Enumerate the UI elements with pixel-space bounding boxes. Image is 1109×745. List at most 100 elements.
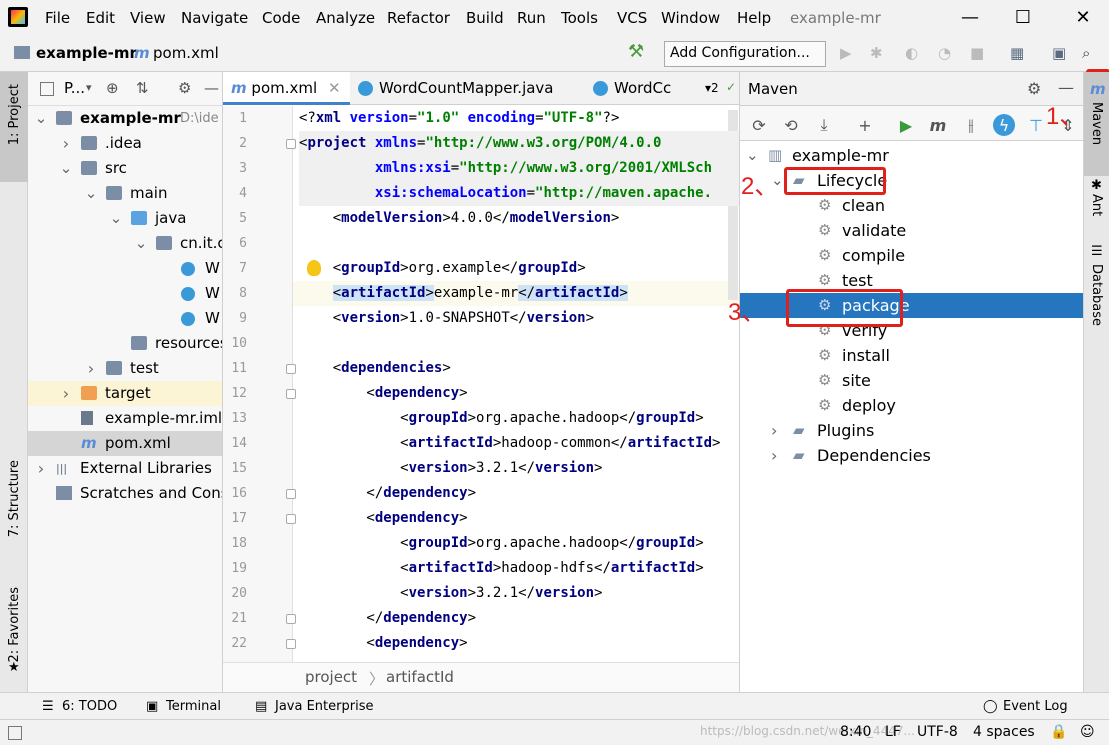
maven-tree-item-install[interactable]: ⚙ install: [740, 343, 1084, 368]
tree-item[interactable]: › ||| External Libraries: [28, 456, 222, 481]
menu-run[interactable]: Run: [517, 9, 546, 27]
chevron-down-icon[interactable]: ⌄: [109, 206, 123, 231]
code-line[interactable]: <dependency>: [299, 506, 467, 531]
show-dependencies-icon[interactable]: ⊤: [1025, 114, 1047, 136]
chevron-right-icon[interactable]: ›: [59, 381, 73, 406]
project-structure-icon[interactable]: ▦: [1010, 44, 1024, 62]
maven-tree-item-dependencies[interactable]: › ▰ Dependencies: [740, 443, 1084, 468]
tree-item[interactable]: resources: [28, 331, 222, 356]
tree-item[interactable]: › target: [28, 381, 222, 406]
tree-item[interactable]: m pom.xml: [28, 431, 222, 456]
tree-item[interactable]: › test: [28, 356, 222, 381]
search-icon[interactable]: ⌕: [1082, 44, 1090, 62]
java-enterprise-tab[interactable]: Java Enterprise: [275, 699, 373, 714]
collapse-all-icon[interactable]: ⇅: [136, 79, 149, 97]
code-line[interactable]: <project xmlns="http://www.w3.org/POM/4.…: [299, 131, 739, 156]
maven-tree-item-example-mr[interactable]: ⌄ ▥ example-mr: [740, 143, 1084, 168]
hide-icon[interactable]: —: [1058, 78, 1074, 97]
maven-tree-item-site[interactable]: ⚙ site: [740, 368, 1084, 393]
menu-navigate[interactable]: Navigate: [181, 9, 248, 27]
code-line[interactable]: <groupId>org.apache.hadoop</groupId>: [299, 531, 703, 556]
stop-icon[interactable]: ■: [970, 44, 984, 62]
maven-tree-item-deploy[interactable]: ⚙ deploy: [740, 393, 1084, 418]
menu-view[interactable]: View: [130, 9, 166, 27]
chevron-right-icon[interactable]: ›: [771, 443, 777, 468]
reload-icon[interactable]: ⟳: [748, 114, 770, 136]
maven-tree-item-compile[interactable]: ⚙ compile: [740, 243, 1084, 268]
code-line[interactable]: <dependency>: [299, 631, 467, 656]
chevron-down-icon[interactable]: ⌄: [59, 156, 73, 181]
tab-overflow-button[interactable]: ▾2: [705, 81, 719, 95]
code-line[interactable]: <artifactId>hadoop-hdfs</artifactId>: [299, 556, 703, 581]
generate-sources-icon[interactable]: ⟲: [780, 114, 802, 136]
tree-item[interactable]: W: [28, 281, 222, 306]
minimize-icon[interactable]: —: [957, 4, 983, 30]
run-icon[interactable]: ▶: [895, 114, 917, 136]
menu-vcs[interactable]: VCS: [617, 9, 647, 27]
line-separator[interactable]: LF: [885, 724, 901, 740]
code-line[interactable]: </dependency>: [299, 606, 476, 631]
fold-marker-icon[interactable]: [286, 489, 296, 499]
gear-icon[interactable]: ⚙: [178, 79, 191, 97]
indent-setting[interactable]: 4 spaces: [973, 724, 1035, 740]
fold-marker-icon[interactable]: [286, 614, 296, 624]
inspector-icon[interactable]: ☺: [1080, 724, 1095, 740]
debug-icon[interactable]: ✱: [870, 44, 883, 62]
code-line[interactable]: <dependency>: [299, 381, 467, 406]
menu-tools[interactable]: Tools: [561, 9, 598, 27]
menu-code[interactable]: Code: [262, 9, 300, 27]
caret-position[interactable]: 8:40: [840, 724, 871, 740]
ant-tab[interactable]: Ant: [1089, 194, 1104, 216]
menu-file[interactable]: File: [45, 9, 70, 27]
code-line[interactable]: <artifactId>hadoop-common</artifactId>: [299, 431, 720, 456]
add-configuration-button[interactable]: Add Configuration...: [664, 41, 826, 67]
chevron-down-icon[interactable]: ⌄: [34, 106, 48, 131]
execute-goal-icon[interactable]: m: [927, 114, 949, 136]
fold-marker-icon[interactable]: [286, 639, 296, 649]
close-icon[interactable]: ✕: [1070, 4, 1096, 30]
fold-marker-icon[interactable]: [286, 139, 296, 149]
menu-window[interactable]: Window: [661, 9, 720, 27]
chevron-down-icon[interactable]: ⌄: [746, 143, 759, 168]
code-line[interactable]: <modelVersion>4.0.0</modelVersion>: [299, 206, 620, 231]
lock-icon[interactable]: 🔒: [1050, 724, 1067, 740]
breadcrumb-project[interactable]: example-mr: [36, 44, 137, 62]
download-icon[interactable]: ⤓: [813, 114, 835, 136]
menu-analyze[interactable]: Analyze: [316, 9, 375, 27]
code-line[interactable]: <version>3.2.1</version>: [299, 456, 602, 481]
tree-item[interactable]: W: [28, 256, 222, 281]
tree-item[interactable]: ⌄ src: [28, 156, 222, 181]
locate-icon[interactable]: ⊕: [106, 79, 119, 97]
chevron-right-icon[interactable]: ›: [771, 418, 777, 443]
favorites-tab[interactable]: 2: Favorites: [7, 587, 22, 663]
fold-marker-icon[interactable]: [286, 514, 296, 524]
tab-wordcount[interactable]: WordCc: [585, 72, 705, 105]
tree-item[interactable]: ⌄ java: [28, 206, 222, 231]
code-line[interactable]: <artifactId>example-mr</artifactId>: [299, 281, 628, 306]
code-line[interactable]: <dependencies>: [299, 356, 451, 381]
menu-refactor[interactable]: Refactor: [387, 9, 450, 27]
profile-icon[interactable]: ◔: [938, 44, 951, 62]
tree-item[interactable]: ⌄ example-mr D:\ide: [28, 106, 222, 131]
menu-build[interactable]: Build: [466, 9, 504, 27]
maven-tool-tab[interactable]: m Maven: [1084, 72, 1109, 176]
chevron-down-icon[interactable]: ⌄: [134, 231, 148, 256]
breadcrumb-project-tag[interactable]: project: [305, 668, 357, 686]
tree-item[interactable]: ⌄ main: [28, 181, 222, 206]
breadcrumb-file[interactable]: pom.xml: [153, 44, 219, 62]
maven-tree-item-plugins[interactable]: › ▰ Plugins: [740, 418, 1084, 443]
code-line[interactable]: xmlns:xsi="http://www.w3.org/2001/XMLSch: [299, 156, 739, 181]
toggle-offline-icon[interactable]: ⫲: [960, 114, 982, 136]
code-line[interactable]: <groupId>org.example</groupId>: [299, 256, 586, 281]
hide-icon[interactable]: —: [204, 79, 219, 97]
chevron-down-icon[interactable]: ▾: [86, 81, 92, 94]
tab-pom-xml[interactable]: m pom.xml ✕: [223, 72, 350, 105]
chevron-down-icon[interactable]: ⌄: [84, 181, 98, 206]
layout-toggle-icon[interactable]: [8, 726, 22, 740]
code-line[interactable]: xsi:schemaLocation="http://maven.apache.: [299, 181, 739, 206]
sdk-icon[interactable]: ▣: [1052, 44, 1066, 62]
todo-tab[interactable]: 6: TODO: [62, 699, 117, 714]
menu-help[interactable]: Help: [737, 9, 771, 27]
code-line[interactable]: <?xml version="1.0" encoding="UTF-8"?>: [299, 106, 619, 131]
gear-icon[interactable]: ⚙: [1027, 79, 1041, 98]
